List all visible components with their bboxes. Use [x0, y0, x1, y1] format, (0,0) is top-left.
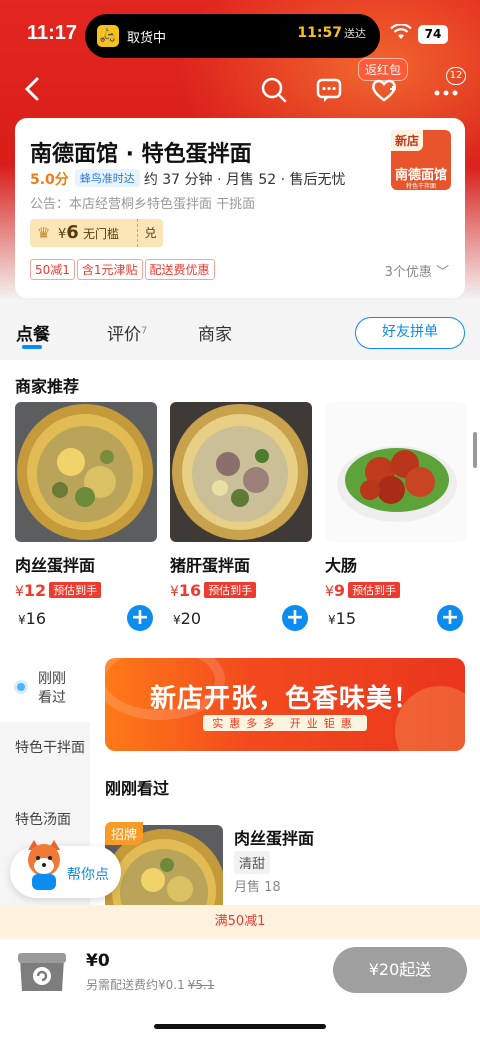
help-order-button[interactable]: 帮你点 [10, 840, 121, 898]
checkout-button[interactable]: ¥20起送 [333, 947, 467, 993]
eta: 11:57 送达 [297, 25, 366, 41]
coupon-redeem-button[interactable]: 兑 [137, 219, 163, 247]
dish-price: ¥9 预估到手 [325, 581, 401, 600]
estimate-tag: 预估到手 [204, 582, 257, 598]
sidebar-item-soup-noodles[interactable]: 特色汤面 [15, 811, 85, 830]
discount-strip: 满50减1 [0, 905, 480, 939]
scrollbar[interactable] [473, 432, 477, 468]
promo-tag: 配送费优惠 [144, 259, 215, 280]
banner-subtitle: 实惠多多 开业钜惠 [203, 715, 367, 731]
store-card: 南德面馆 · 特色蛋拌面 新店 南德面馆 特色干拌面 5.0分 蜂鸟准时达约 37… [15, 118, 465, 298]
store-notice[interactable]: 公告：本店经营桐乡特色蛋拌面 干挑面 [30, 193, 255, 212]
chevron-down-icon: ﹀ [435, 265, 449, 280]
promo-banner[interactable]: 新店开张，色香味美！ 实惠多多 开业钜惠 [105, 658, 465, 751]
mascot-icon [28, 840, 60, 890]
add-to-cart-button[interactable]: + [437, 605, 463, 631]
help-order-label: 帮你点 [67, 867, 109, 883]
clock: 11:17 [27, 22, 78, 44]
dish-price: ¥16 预估到手 [170, 581, 257, 600]
estimate-tag: 预估到手 [49, 582, 102, 598]
recommend-title: 商家推荐 [15, 377, 80, 396]
review-count: 7 [141, 325, 148, 337]
live-activity[interactable]: 🛵 取货中 11:57 送达 [85, 14, 380, 58]
dish-original-price: ¥16 [18, 609, 46, 628]
sidebar-item-recent[interactable]: 刚刚看过 [38, 670, 78, 708]
sidebar-item-dry-noodles[interactable]: 特色干拌面 [15, 739, 85, 758]
back-button[interactable] [22, 76, 52, 110]
coupon-desc: 无门槛 [83, 227, 120, 241]
dish-original-price: ¥15 [328, 609, 356, 628]
tab-underline [22, 345, 42, 349]
dish-price: ¥12 预估到手 [15, 581, 102, 600]
search-icon[interactable] [258, 76, 290, 108]
tab-merchant[interactable]: 商家 [198, 320, 232, 345]
cart-total: ¥0 [86, 951, 110, 971]
estimate-tag: 预估到手 [348, 582, 401, 598]
wifi-icon [390, 23, 412, 44]
store-meta: 5.0分 蜂鸟准时达约 37 分钟 · 月售 52 · 售后无忧 [30, 169, 346, 189]
promo-tags: 50减1 含1元津贴 配送费优惠 [30, 259, 217, 280]
dish-name: 肉丝蛋拌面 [15, 556, 96, 575]
recommend-item[interactable]: 猪肝蛋拌面 ¥16 预估到手 ¥20 + [170, 402, 312, 631]
store-score: 5.0分 [30, 172, 69, 188]
dish-name: 大肠 [325, 556, 358, 575]
new-store-tag: 新店 [391, 130, 424, 151]
banner-title: 新店开张，色香味美！ [149, 684, 420, 714]
crown-icon: ♛ [37, 224, 51, 242]
recent-dish-name[interactable]: 肉丝蛋拌面 [234, 825, 314, 849]
rider-icon: 🛵 [97, 25, 119, 47]
delivery-fee: 另需配送费约¥0.1 ¥5.1 [86, 978, 215, 992]
more-badge: 12 [446, 67, 466, 85]
coupon-amount: ¥6 [58, 222, 79, 243]
add-to-cart-button[interactable]: + [127, 605, 153, 631]
monthly-sales: 月售 18 [234, 880, 281, 895]
dish-image[interactable] [170, 402, 312, 542]
flavor-tag: 清甜 [234, 851, 271, 874]
cart-icon[interactable] [16, 945, 68, 993]
logo-sub: 特色干拌面 [405, 183, 436, 190]
group-order-button[interactable]: 好友拼单 [355, 317, 465, 349]
home-indicator[interactable] [154, 1024, 326, 1029]
add-to-cart-button[interactable]: + [282, 605, 308, 631]
tab-order[interactable]: 点餐 [16, 320, 50, 345]
store-logo[interactable]: 新店 南德面馆 特色干拌面 [391, 130, 451, 190]
original-fee: ¥5.1 [187, 978, 215, 992]
signature-tag: 招牌 [105, 822, 144, 845]
battery-indicator: 74 [418, 25, 448, 44]
dish-image[interactable] [325, 402, 467, 542]
recommend-item[interactable]: 肉丝蛋拌面 ¥12 预估到手 ¥16 + [15, 402, 157, 631]
dish-original-price: ¥20 [173, 609, 201, 628]
recommend-item[interactable]: 大肠 ¥9 预估到手 ¥15 + [325, 402, 467, 631]
recent-title: 刚刚看过 [105, 779, 170, 798]
dish-image[interactable] [15, 402, 157, 542]
eye-icon [14, 680, 28, 694]
coupon[interactable]: ♛ ¥6 无门槛 兑 [30, 219, 163, 247]
tab-reviews[interactable]: 评价7 [107, 320, 147, 345]
store-name: 南德面馆 · 特色蛋拌面 [30, 142, 252, 167]
promo-tag: 50减1 [30, 259, 75, 280]
promo-count-link[interactable]: 3个优惠 ﹀ [385, 261, 449, 280]
promo-tag: 含1元津贴 [76, 259, 143, 280]
pickup-status: 取货中 [127, 31, 167, 46]
store-stats: 约 37 分钟 · 月售 52 · 售后无忧 [143, 172, 346, 188]
delivery-badge: 蜂鸟准时达 [74, 169, 140, 187]
favorite-icon[interactable] [368, 76, 400, 108]
status-bar: 11:17 🛵 取货中 11:57 送达 74 [0, 0, 480, 64]
dish-name: 猪肝蛋拌面 [170, 556, 251, 575]
message-icon[interactable] [313, 76, 345, 108]
